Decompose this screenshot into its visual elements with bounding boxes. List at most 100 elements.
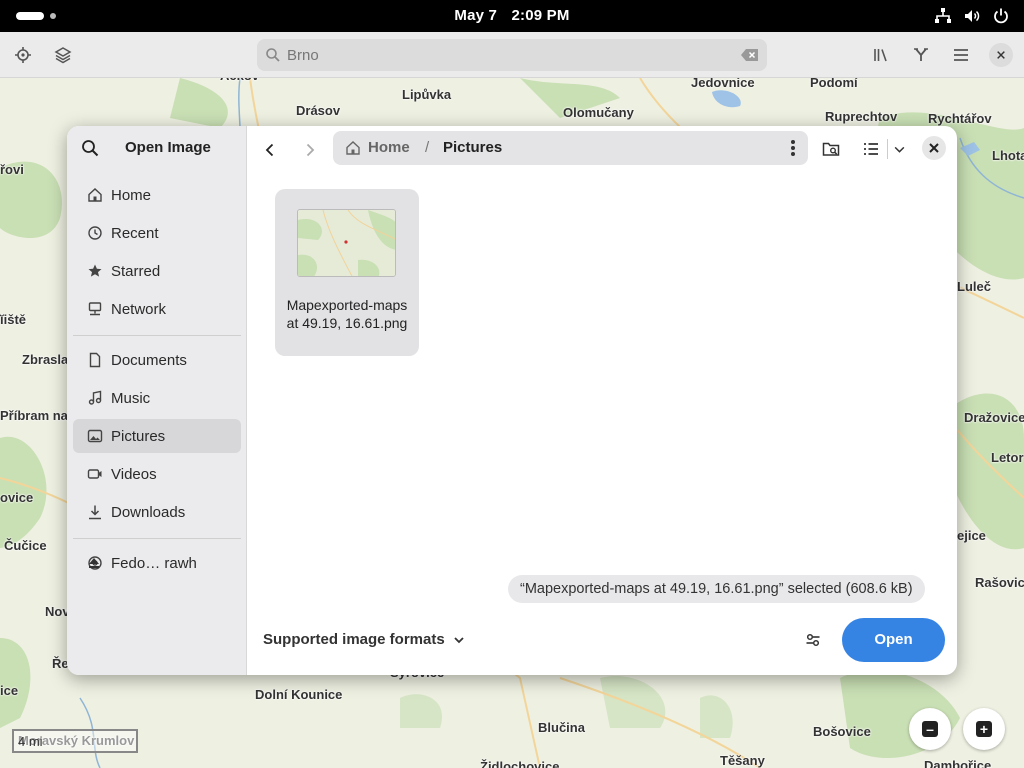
power-icon: [994, 8, 1008, 24]
clock[interactable]: May 7 2:09 PM: [0, 7, 1024, 24]
window-close-button[interactable]: [989, 43, 1013, 67]
star-icon: [88, 264, 102, 277]
sidebar-item-label: Downloads: [111, 503, 186, 521]
view-options-button[interactable]: [888, 138, 910, 160]
map-place-label: Luleč: [957, 279, 991, 294]
image-thumbnail: [297, 209, 396, 277]
open-button[interactable]: Open: [842, 618, 945, 662]
map-place-label: Bošovice: [813, 724, 871, 739]
sidebar-separator: [73, 538, 241, 539]
favorites-button[interactable]: [869, 43, 893, 67]
search-icon[interactable]: [81, 139, 99, 157]
hamburger-menu-icon: [954, 49, 968, 61]
sidebar-item-label: Documents: [111, 351, 187, 369]
clock-time: 2:09 PM: [511, 7, 570, 24]
map-place-label: Těšany: [720, 753, 765, 768]
file-name: Mapexported-maps at 49.19, 16.61.png: [286, 297, 408, 331]
layers-button[interactable]: [51, 43, 75, 67]
list-view-icon: [864, 143, 878, 155]
map-place-label: Dražovice: [964, 410, 1024, 425]
map-place-label: Ačkov: [220, 78, 259, 83]
map-place-label: Olomučany: [563, 105, 634, 120]
eject-icon[interactable]: [87, 556, 101, 570]
sidebar-item-videos[interactable]: Videos: [73, 457, 241, 491]
sidebar-item-downloads[interactable]: Downloads: [73, 495, 241, 529]
sidebar-item-label: Recent: [111, 224, 159, 242]
filter-label: Supported image formats: [263, 631, 445, 648]
sidebar-item-label: Videos: [111, 465, 157, 483]
dialog-title: Open Image: [125, 139, 211, 156]
search-icon: [266, 48, 280, 62]
volume-icon: [965, 10, 980, 22]
map-place-label: ice: [0, 683, 19, 698]
place-search-box[interactable]: [257, 39, 767, 71]
map-thumbnail-image: [298, 210, 395, 276]
sidebar-item-network[interactable]: Network: [73, 292, 241, 326]
dialog-main-pane: Home / Pictures Mapexported-maps at 49.1…: [247, 126, 957, 675]
route-button[interactable]: [909, 43, 933, 67]
dialog-close-button[interactable]: [922, 136, 946, 160]
music-icon: [88, 390, 102, 405]
library-icon: [874, 49, 887, 62]
zoom-in-button[interactable]: +: [963, 708, 1005, 750]
path-segment-pictures[interactable]: Pictures: [443, 139, 502, 156]
map-place-label: Lipůvka: [402, 87, 452, 102]
map-place-label: Příbram na: [0, 408, 68, 423]
map-scale: 4 mi: [12, 729, 138, 753]
zoom-out-button[interactable]: –: [909, 708, 951, 750]
map-place-label: Dambořice: [924, 758, 992, 768]
map-place-label: ejice: [957, 528, 986, 543]
sidebar-item-label: Fedo… rawh: [111, 554, 197, 572]
map-place-label: Čučice: [4, 538, 47, 553]
map-place-label: ĭiště: [0, 312, 27, 327]
selection-status: “Mapexported-maps at 49.19, 16.61.png” s…: [508, 575, 925, 603]
sidebar-item-home[interactable]: Home: [73, 178, 241, 212]
settings-sliders-icon: [806, 633, 820, 647]
list-view-button[interactable]: [860, 138, 882, 160]
sidebar-separator: [73, 335, 241, 336]
search-location-button[interactable]: [820, 138, 842, 160]
video-icon: [87, 469, 102, 479]
options-button[interactable]: [801, 628, 825, 652]
system-tray[interactable]: [934, 7, 1010, 25]
dialog-sidebar: Open Image Home Recent Starred Network D…: [67, 126, 247, 675]
back-button[interactable]: [258, 138, 282, 162]
map-place-label: Lhota: [992, 148, 1024, 163]
home-icon: [346, 141, 360, 155]
sidebar-item-drive[interactable]: Fedo… rawh: [73, 546, 241, 580]
map-place-label: Ruprechtov: [825, 109, 898, 124]
forward-button[interactable]: [298, 138, 322, 162]
clear-text-icon[interactable]: [741, 48, 759, 62]
sidebar-item-starred[interactable]: Starred: [73, 254, 241, 288]
sidebar-item-label: Home: [111, 186, 152, 204]
minus-icon: –: [922, 721, 938, 737]
open-image-dialog: Open Image Home Recent Starred Network D…: [67, 126, 957, 675]
vertical-dots-icon[interactable]: [790, 139, 796, 157]
path-segment-home[interactable]: Home: [368, 139, 410, 156]
clock-icon: [88, 226, 102, 240]
map-place-label: Blučina: [538, 720, 585, 735]
sidebar-item-pictures[interactable]: Pictures: [73, 419, 241, 453]
locate-button[interactable]: [11, 43, 35, 67]
search-input[interactable]: [287, 39, 727, 71]
sidebar-item-label: Music: [111, 389, 151, 407]
file-type-filter[interactable]: Supported image formats: [263, 631, 465, 648]
map-place-label: Zbrasla: [22, 352, 69, 367]
close-icon: [929, 143, 939, 153]
layers-icon: [54, 47, 72, 64]
close-icon: [997, 51, 1005, 59]
map-place-label: Podomí: [810, 78, 858, 90]
maps-header-bar: [0, 32, 1024, 78]
sidebar-item-documents[interactable]: Documents: [73, 343, 241, 377]
main-menu-button[interactable]: [949, 43, 973, 67]
chevron-down-icon: [454, 636, 464, 643]
sidebar-item-recent[interactable]: Recent: [73, 216, 241, 250]
network-icon: [88, 302, 102, 316]
folder-search-icon: [822, 142, 840, 156]
chevron-down-icon: [894, 146, 904, 153]
document-icon: [89, 352, 101, 368]
system-top-bar: May 7 2:09 PM: [0, 0, 1024, 32]
sidebar-item-music[interactable]: Music: [73, 381, 241, 415]
map-place-label: Rychtářov: [928, 111, 992, 126]
file-item[interactable]: Mapexported-maps at 49.19, 16.61.png: [275, 189, 419, 356]
